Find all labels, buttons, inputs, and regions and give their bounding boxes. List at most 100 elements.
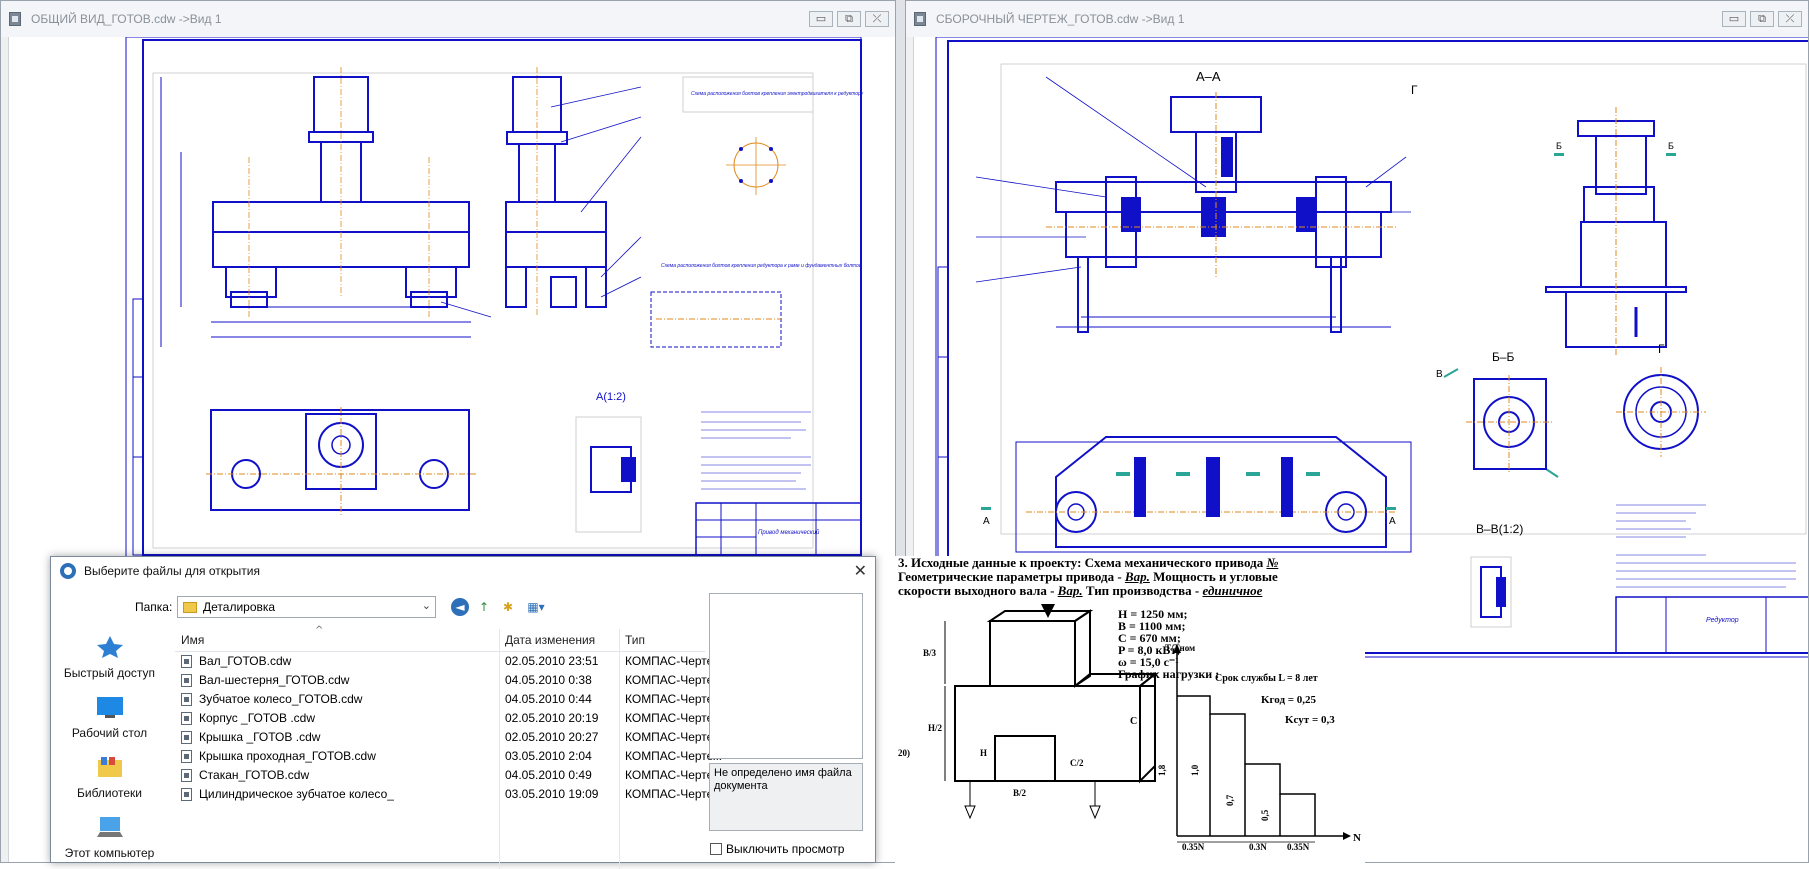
graph-ksut: Kсут = 0,3 xyxy=(1285,714,1335,726)
file-name: Вал-шестерня_ГОТОВ.cdw xyxy=(199,673,350,687)
file-row[interactable]: Цилиндрическое зубчатое колесо_ГОТО... 03… xyxy=(175,785,721,804)
close-button[interactable]: ⤫ xyxy=(865,11,889,27)
file-row[interactable]: Крышка _ГОТОВ .cdw 02.05.2010 20:27 КОМПАС… xyxy=(175,728,721,747)
col-date[interactable]: Дата изменения xyxy=(505,633,595,647)
marker-v: В xyxy=(1436,369,1443,380)
file-list[interactable]: ^ Имя Дата изменения Тип | Вал_ГОТОВ.cdw… xyxy=(175,625,748,869)
sort-up-icon: ^ xyxy=(315,625,324,636)
disable-preview-label: Выключить просмотр xyxy=(726,842,845,856)
marker-a-left: А xyxy=(983,516,990,527)
cdw-file-icon xyxy=(181,788,192,801)
back-button[interactable]: ◄ xyxy=(451,598,469,616)
left-window-titlebar[interactable]: ОБЩИЙ ВИД_ГОТОВ.cdw ->Вид 1 ▭ ⧉ ⤫ xyxy=(1,1,895,38)
folder-select[interactable]: Деталировка ⌄ xyxy=(177,596,436,618)
cdw-file-icon xyxy=(181,769,192,782)
new-folder-button[interactable]: ✱ xyxy=(499,598,517,616)
cdw-file-icon xyxy=(181,674,192,687)
sketch-b2: В/2 xyxy=(1013,788,1027,798)
file-row[interactable]: Крышка проходная_ГОТОВ.cdw 03.05.2010 2:0… xyxy=(175,747,721,766)
cdw-file-icon xyxy=(181,731,192,744)
cdw-file-icon xyxy=(181,712,192,725)
file-date: 02.05.2010 20:19 xyxy=(505,711,599,725)
col-type[interactable]: Тип xyxy=(625,633,645,647)
view-g-label: Г xyxy=(1658,342,1665,356)
place-label: Библиотеки xyxy=(76,786,142,800)
left-window-title: ОБЩИЙ ВИД_ГОТОВ.cdw ->Вид 1 xyxy=(31,12,222,26)
file-row[interactable]: Зубчатое колесо_ГОТОВ.cdw 04.05.2010 0:44… xyxy=(175,690,721,709)
cdw-file-icon xyxy=(181,655,192,668)
place-quick-access[interactable]: Быстрый доступ xyxy=(51,627,168,687)
right-window-titlebar[interactable]: СБОРОЧНЫЙ ЧЕРТЕЖ_ГОТОВ.cdw ->Вид 1 ▭ ⧉ ⤫ xyxy=(906,1,1808,38)
place-label: Рабочий стол xyxy=(71,726,148,740)
restore-button[interactable]: ⧉ xyxy=(1750,11,1774,27)
file-date: 03.05.2010 19:09 xyxy=(505,787,599,801)
file-name: Крышка _ГОТОВ .cdw xyxy=(199,730,321,744)
file-list-header: ^ Имя Дата изменения Тип | xyxy=(175,625,748,652)
minimize-button[interactable]: ▭ xyxy=(1722,11,1746,27)
minimize-button[interactable]: ▭ xyxy=(809,11,833,27)
star-icon xyxy=(96,636,123,658)
dialog-title: Выберите файлы для открытия xyxy=(84,564,260,578)
file-name: Вал_ГОТОВ.cdw xyxy=(199,654,292,668)
folder-value: Деталировка xyxy=(203,600,276,614)
dialog-titlebar[interactable]: Выберите файлы для открытия ✕ xyxy=(51,557,875,585)
graph-x-label: N xyxy=(1353,832,1361,844)
file-name: Цилиндрическое зубчатое колесо_ГОТО... xyxy=(199,787,394,801)
file-name: Крышка проходная_ГОТОВ.cdw xyxy=(199,749,376,763)
checkbox[interactable] xyxy=(710,843,722,855)
section-aa-label: А–А xyxy=(1196,69,1221,84)
close-button[interactable]: ⤫ xyxy=(1778,11,1802,27)
file-date: 02.05.2010 23:51 xyxy=(505,654,599,668)
note-frame-bolts: Схема расположения болтов крепления реду… xyxy=(661,263,862,269)
graph-level-18: 1,8 xyxy=(1157,764,1167,776)
cdw-file-icon xyxy=(181,693,192,706)
up-folder-button[interactable]: ↑ xyxy=(475,598,493,616)
file-row[interactable]: Корпус _ГОТОВ .cdw 02.05.2010 20:19 КОМПАС… xyxy=(175,709,721,728)
file-row[interactable]: Стакан_ГОТОВ.cdw 04.05.2010 0:49 КОМПАС-Че… xyxy=(175,766,721,785)
graph-level-1: 1,0 xyxy=(1190,764,1200,776)
sketch-num: 20) xyxy=(898,748,910,758)
col-name[interactable]: Имя xyxy=(181,633,204,647)
svg-text:Редуктор: Редуктор xyxy=(1706,616,1739,624)
open-file-dialog[interactable]: Выберите файлы для открытия ✕ Папка: Дет… xyxy=(50,556,876,869)
place-libraries[interactable]: Библиотеки xyxy=(51,747,168,807)
folder-label: Папка: xyxy=(135,600,173,614)
kompas-app-icon xyxy=(60,563,76,579)
graph-level-3: 0,5 xyxy=(1260,809,1270,821)
file-date: 04.05.2010 0:38 xyxy=(505,673,592,687)
graph-y-label: T/Tном xyxy=(1165,643,1195,653)
file-date: 02.05.2010 20:27 xyxy=(505,730,599,744)
place-label: Быстрый доступ xyxy=(63,666,156,680)
folder-icon xyxy=(183,601,197,613)
file-row[interactable]: Вал-шестерня_ГОТОВ.cdw 04.05.2010 0:38 КОМ… xyxy=(175,671,721,690)
places-bar: Быстрый доступ Рабочий стол Библиотеки Э… xyxy=(51,627,168,867)
note-motor-bolts: Схема расположения болтов крепления элек… xyxy=(691,91,864,97)
marker-b-right: Б xyxy=(1668,141,1674,151)
marker-b-left: Б xyxy=(1556,141,1562,151)
task-description: 3. Исходные данные к проекту: Схема меха… xyxy=(895,556,1365,863)
chevron-down-icon[interactable]: ⌄ xyxy=(422,599,431,612)
sketch-b3: В/3 xyxy=(923,648,937,658)
right-window-title: СБОРОЧНЫЙ ЧЕРТЕЖ_ГОТОВ.cdw ->Вид 1 xyxy=(936,12,1185,26)
file-date: 04.05.2010 0:44 xyxy=(505,692,592,706)
view-menu-button[interactable]: ▦▾ xyxy=(523,598,549,616)
view-a-label: А(1:2) xyxy=(596,391,626,403)
place-desktop[interactable]: Рабочий стол xyxy=(51,687,168,747)
place-label: Этот компьютер xyxy=(64,846,155,860)
disable-preview-checkbox[interactable]: Выключить просмотр xyxy=(710,842,844,856)
file-row[interactable]: Вал_ГОТОВ.cdw 02.05.2010 23:51 КОМПАС-Черт… xyxy=(175,652,721,671)
sketch-h2: Н/2 xyxy=(928,723,943,733)
cdw-file-icon xyxy=(181,750,192,763)
graph-kgod: Kгод = 0,25 xyxy=(1261,694,1317,706)
file-name: Корпус _ГОТОВ .cdw xyxy=(199,711,316,725)
preview-pane xyxy=(709,593,863,759)
restore-button[interactable]: ⧉ xyxy=(837,11,861,27)
file-name: Стакан_ГОТОВ.cdw xyxy=(199,768,310,782)
graph-seg-1: 0.35N xyxy=(1182,842,1205,852)
dialog-close-button[interactable]: ✕ xyxy=(854,561,867,580)
computer-icon xyxy=(96,817,123,837)
marker-a-right: А xyxy=(1389,516,1396,527)
task-sketch: В/3 Н/2 С В/2 Н С/2 20) T/Tном Срок служ… xyxy=(898,604,1361,852)
file-date: 04.05.2010 0:49 xyxy=(505,768,592,782)
place-this-pc[interactable]: Этот компьютер xyxy=(51,807,168,867)
